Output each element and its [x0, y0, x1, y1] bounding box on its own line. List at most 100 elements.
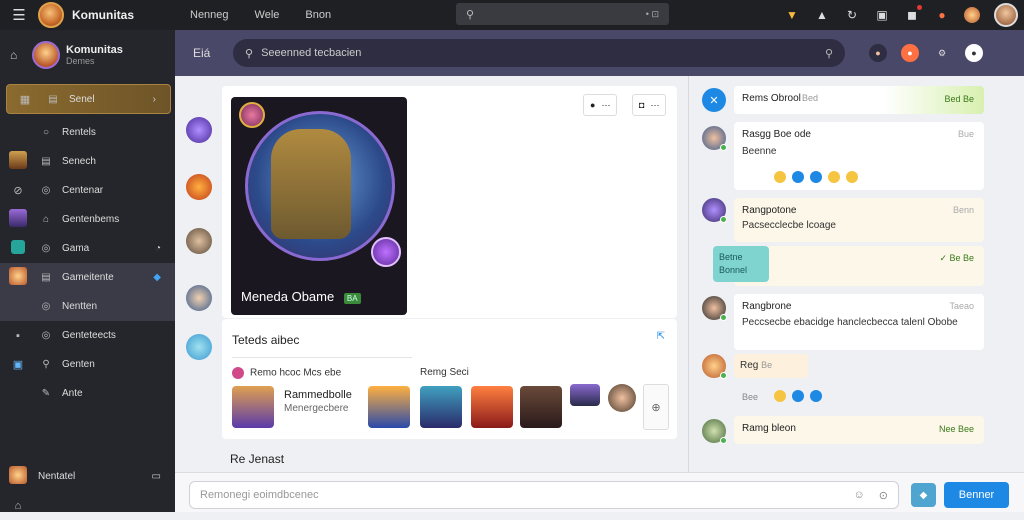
- chat-message[interactable]: Rasgg Boe ode Bue Beenne: [734, 122, 984, 190]
- nav-item[interactable]: Nenneg: [190, 9, 229, 21]
- chevron-right-icon: ›: [152, 93, 156, 105]
- attach-icon[interactable]: ⊙: [879, 489, 888, 502]
- player-avatar[interactable]: [608, 384, 636, 412]
- next-arrow-icon[interactable]: ⊕: [643, 384, 669, 430]
- message-input[interactable]: Remonegi eoimdbcenec ☺ ⊙: [189, 481, 899, 509]
- sidebar-item-genten[interactable]: ▣ ⚲ Genten: [0, 350, 175, 379]
- community-search-input[interactable]: ⚲ Seeenned tecbacien ⚲: [233, 39, 845, 67]
- chat-avatar[interactable]: [702, 126, 727, 151]
- game-thumbnail[interactable]: [570, 384, 600, 406]
- rail-avatar[interactable]: [186, 285, 212, 311]
- edit-icon: ✎: [41, 388, 51, 399]
- rail-avatar[interactable]: [186, 174, 212, 200]
- sidebar-item-rentels[interactable]: ○ Rentels: [0, 118, 175, 147]
- magnify-icon[interactable]: ⚲: [825, 47, 833, 60]
- refresh-icon[interactable]: ↻: [844, 7, 860, 23]
- chat-body: Bee: [742, 392, 759, 402]
- chat-body: Peccsecbe ebacidge hanclecbecca talenl O…: [742, 317, 958, 328]
- sidebar-item-more[interactable]: ⌂: [0, 491, 175, 520]
- sidebar-item-gentenbems[interactable]: ⌂ Gentenbems: [0, 205, 175, 234]
- back-button[interactable]: Eiá: [193, 46, 233, 60]
- bag-icon: ▣: [12, 359, 24, 371]
- chat-avatar[interactable]: [702, 419, 727, 444]
- chat-author: Rasgg Boe ode: [742, 129, 811, 140]
- global-search[interactable]: ⚲ • ⊡: [456, 3, 669, 25]
- composer-bar: Remonegi eoimdbcenec ☺ ⊙ ◆ Benner: [175, 472, 1024, 512]
- chat-icon[interactable]: ▭: [152, 471, 161, 482]
- sidebar-item-genteteects[interactable]: ▪ ◎ Genteteects: [0, 321, 175, 350]
- game-thumbnail[interactable]: [471, 386, 513, 428]
- app-icon[interactable]: ✕: [702, 88, 726, 112]
- game-title-text: Meneda Obame: [241, 289, 335, 304]
- rail-avatar[interactable]: [186, 334, 212, 360]
- chat-avatar[interactable]: [702, 198, 727, 223]
- game-thumbnail[interactable]: [232, 386, 274, 428]
- shield-icon[interactable]: ◆: [911, 483, 936, 507]
- sidebar-item-nentatel[interactable]: Nentatel ▭: [0, 462, 175, 491]
- sidebar-item-gama[interactable]: ◎ Gama ◔: [0, 234, 175, 263]
- profile-icon[interactable]: ●: [869, 44, 887, 62]
- sidebar-item-ante[interactable]: ✎ Ante: [0, 379, 175, 408]
- circle-icon: ○: [42, 127, 50, 138]
- sidebar-item-nentten[interactable]: ◎ Nentten: [0, 292, 175, 321]
- chat-message[interactable]: Rangpotone Benn Pacsecclecbe lcoage: [734, 198, 984, 242]
- game-avatar-icon[interactable]: [964, 7, 980, 23]
- chat-avatar[interactable]: [702, 296, 727, 321]
- window-icon[interactable]: ▣: [874, 7, 890, 23]
- game-thumbnail[interactable]: [368, 386, 410, 428]
- rail-avatar[interactable]: [186, 117, 212, 143]
- top-bar: ☰ Komunitas Nenneg Wele Bnon ⚲ • ⊡ ▼ ▲ ↻…: [0, 0, 1024, 30]
- fire-icon[interactable]: ●: [901, 44, 919, 62]
- sidebar-item-label: Gentenbems: [62, 214, 120, 225]
- menu-icon[interactable]: ☰: [0, 6, 38, 24]
- chat-avatar[interactable]: [702, 354, 727, 379]
- send-button[interactable]: Benner: [944, 482, 1009, 508]
- community-avatar[interactable]: [32, 41, 60, 69]
- sidebar-item-label: Senel: [69, 93, 95, 105]
- settings-icon[interactable]: ⚙: [933, 44, 951, 62]
- card-action-button[interactable]: ● ⋯: [583, 94, 618, 116]
- search-options[interactable]: • ⊡: [646, 9, 659, 20]
- user-avatar[interactable]: [994, 3, 1018, 27]
- notification-icon[interactable]: ◼: [904, 5, 922, 23]
- sidebar-footer: Nentatel ▭ ⌂: [0, 462, 175, 520]
- emoji-icon[interactable]: ☺: [854, 489, 865, 502]
- reply-card[interactable]: Betne Bonnel ✓ Be Be: [713, 246, 984, 286]
- expand-icon[interactable]: ⇱: [657, 331, 665, 342]
- game-thumbnail[interactable]: [520, 386, 562, 428]
- top-icons: ▼ ▲ ↻ ▣ ◼ ●: [784, 3, 1018, 27]
- sidebar-item-label: Genteteects: [62, 330, 116, 341]
- nav-item[interactable]: Bnon: [305, 9, 331, 21]
- gem-icon: [371, 237, 401, 267]
- scroll-gutter: [995, 76, 1024, 472]
- chat-tag: Bed Be: [944, 94, 974, 104]
- sidebar-item-label: Nentten: [62, 301, 98, 312]
- column-label: Remg Seci: [420, 367, 469, 378]
- chat-message[interactable]: Reg Be Bee: [734, 354, 984, 414]
- sidebar-item-centenar[interactable]: ⊘ ◎ Centenar: [0, 176, 175, 205]
- search-icon: ⚲: [245, 47, 254, 60]
- chat-author: Rangbrone: [742, 301, 792, 312]
- chat-message[interactable]: Rems Obrool Bed Bed Be: [734, 86, 984, 114]
- fire-icon[interactable]: ●: [934, 7, 950, 23]
- game-cover-image[interactable]: Meneda Obame BA: [231, 97, 407, 315]
- game-thumbnail[interactable]: [420, 386, 462, 428]
- chat-author: Rangpotone: [742, 205, 797, 216]
- settings-icon[interactable]: ◔: [155, 243, 161, 254]
- nav-item[interactable]: Wele: [255, 9, 280, 21]
- rocket-icon[interactable]: ▲: [814, 7, 830, 23]
- chat-message[interactable]: Ramg bleon Nee Bee: [734, 416, 984, 444]
- card-action-button[interactable]: ◘ ⋯: [632, 94, 667, 116]
- sidebar-item-senech[interactable]: ▤ Senech: [0, 147, 175, 176]
- chat-message[interactable]: Rangbrone Taeao Peccsecbe ebacidge hancl…: [734, 294, 984, 350]
- chart-icon: ⌂: [42, 214, 50, 225]
- home-icon[interactable]: ⌂: [10, 48, 26, 62]
- trophy-icon[interactable]: ▼: [784, 7, 800, 23]
- sidebar-item-gameitente[interactable]: ▤ Gameitente ◆: [0, 263, 175, 292]
- reaction-row: [774, 390, 828, 402]
- user-icon[interactable]: ●: [965, 44, 983, 62]
- rail-avatar[interactable]: [186, 228, 212, 254]
- chat-time: Bue: [957, 129, 974, 139]
- sidebar-header: ⌂ Komunitas Demes: [0, 30, 175, 80]
- sidebar-item-senel[interactable]: ▦ ▤ Senel ›: [6, 84, 171, 114]
